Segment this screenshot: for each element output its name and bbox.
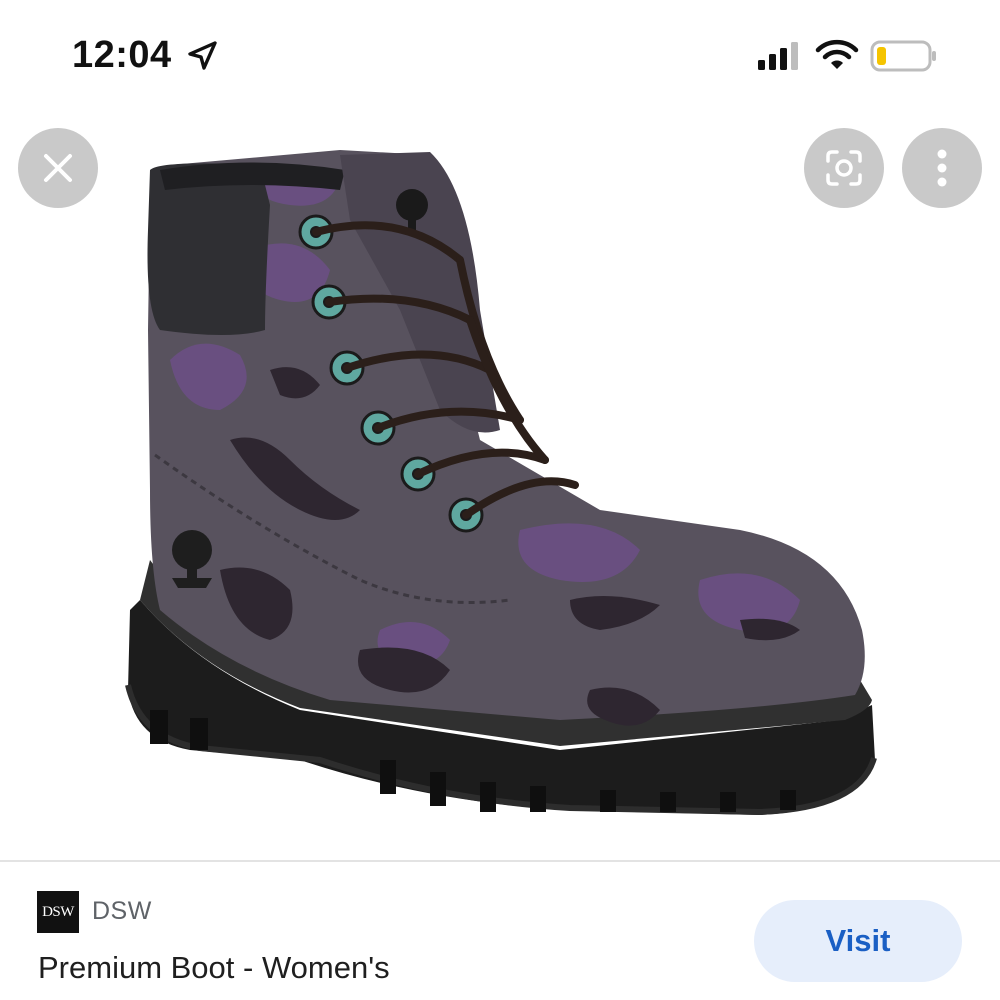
divider (0, 860, 1000, 862)
source-logo: DSW (37, 891, 79, 933)
source-name[interactable]: DSW (92, 897, 152, 926)
battery-low-icon (870, 40, 936, 72)
image-viewer[interactable] (0, 110, 1000, 860)
more-options-button[interactable] (902, 128, 982, 208)
location-arrow-icon (188, 41, 217, 70)
status-bar: 12:04 (0, 0, 1000, 110)
visit-button[interactable]: Visit (754, 900, 962, 982)
wifi-icon (815, 39, 859, 69)
status-time: 12:04 (72, 34, 172, 76)
more-vertical-icon (937, 149, 947, 187)
cellular-signal-icon (758, 42, 798, 70)
product-title[interactable]: Premium Boot - Women's (38, 950, 390, 986)
lens-search-button[interactable] (804, 128, 884, 208)
close-icon (44, 154, 72, 182)
close-button[interactable] (18, 128, 98, 208)
boot-product-image[interactable] (0, 110, 1000, 860)
lens-icon (826, 150, 862, 186)
